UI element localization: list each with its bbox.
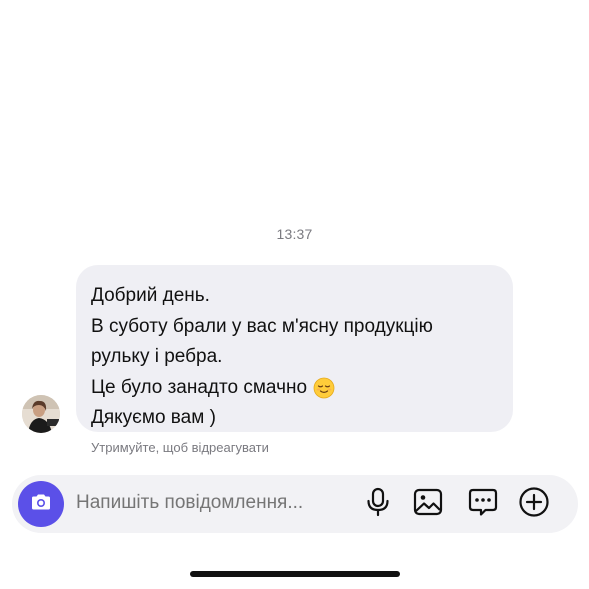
relieved-face-emoji-icon [313, 377, 335, 399]
message-bubble[interactable]: Добрий день. В суботу брали у вас м'ясну… [76, 265, 513, 432]
chat-screen: 13:37 Добрий день. В суботу брали у вас … [0, 0, 589, 589]
home-indicator[interactable] [190, 571, 400, 577]
message-line: Добрий день. [91, 285, 210, 306]
message-timestamp: 13:37 [276, 226, 313, 242]
more-options-button[interactable] [518, 486, 550, 523]
message-line: рульку і ребра. [91, 346, 223, 367]
sticker-icon [468, 487, 498, 522]
message-line: В суботу брали у вас м'ясну продукцію [91, 315, 433, 337]
camera-icon [29, 490, 53, 519]
react-hint: Утримуйте, щоб відреагувати [91, 440, 269, 455]
message-line: Це було занадто смачно [91, 376, 308, 398]
microphone-icon [364, 487, 392, 522]
message-line: Дякуємо вам ) [91, 407, 216, 428]
sender-avatar[interactable] [22, 395, 60, 433]
gallery-button[interactable] [412, 488, 444, 520]
voice-message-button[interactable] [362, 487, 394, 522]
message-input[interactable] [76, 492, 346, 514]
sticker-button[interactable] [467, 488, 499, 520]
camera-button[interactable] [18, 481, 64, 527]
message-composer [12, 475, 578, 533]
message-line-with-emoji: Це було занадто смачно [91, 373, 499, 404]
gallery-icon [413, 487, 443, 522]
plus-icon [518, 486, 550, 523]
